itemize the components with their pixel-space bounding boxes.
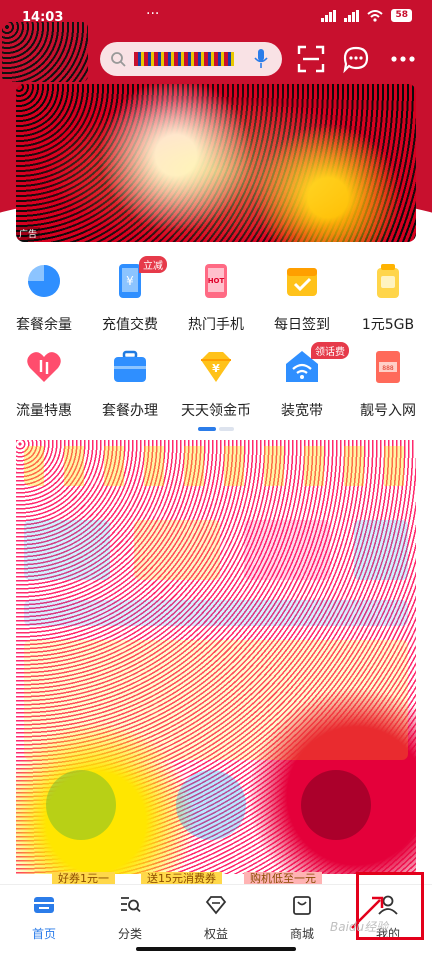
search-input[interactable] — [100, 42, 282, 76]
promo-product[interactable] — [176, 770, 246, 840]
category-search-icon — [121, 897, 141, 913]
grid-item-label: 装宽带 — [281, 403, 323, 419]
promo-banner[interactable]: 广告 — [16, 84, 416, 242]
message-icon[interactable] — [341, 44, 371, 74]
badge-discount: 立减 — [139, 256, 167, 273]
grid-item-daily-coins[interactable]: ¥ 天天领金币 — [173, 348, 259, 420]
coin-diamond-icon: ¥ — [201, 352, 231, 382]
grid-item-label: 天天领金币 — [181, 403, 251, 419]
grid-item-1yuan-5gb[interactable]: 1元5GB — [345, 262, 431, 334]
promo-tile[interactable] — [134, 520, 220, 580]
watermark: Baidu经验 — [330, 920, 389, 934]
grid-item-label: 流量特惠 — [16, 403, 72, 419]
nav-category[interactable]: 分类 — [87, 893, 173, 942]
microphone-icon[interactable] — [252, 48, 270, 70]
signal-icon-2 — [344, 9, 360, 22]
grid-item-plan-balance[interactable]: 套餐余量 — [1, 262, 87, 334]
nav-label: 分类 — [117, 927, 142, 941]
gold-jar-icon — [377, 264, 399, 298]
page-dot-active — [198, 427, 216, 431]
grid-item-daily-checkin[interactable]: 每日签到 — [259, 262, 345, 334]
promo-tile[interactable] — [244, 520, 330, 580]
grid-item-hot-phones[interactable]: HOT 热门手机 — [173, 262, 259, 334]
grid-item-label: 套餐办理 — [102, 403, 158, 419]
signal-icon — [321, 9, 337, 22]
grid-item-recharge[interactable]: ¥ 立减 充值交费 — [87, 256, 173, 334]
promo-tile[interactable] — [24, 520, 110, 580]
heart-data-icon — [27, 352, 61, 382]
banner-ad-tag: 广告 — [16, 227, 41, 240]
nav-label: 首页 — [31, 927, 56, 941]
svg-text:¥: ¥ — [212, 362, 220, 375]
app-screen: 14:03 ··· 58 广告 套餐余量 ¥ 立减 充值交费 HOT 热门手机 … — [0, 0, 432, 955]
number-card-icon: 888 — [376, 351, 400, 383]
promo-section[interactable] — [24, 640, 408, 760]
hot-phone-icon: HOT — [205, 264, 227, 298]
nav-home[interactable]: 首页 — [1, 893, 87, 942]
grid-item-broadband[interactable]: 领话费 装宽带 — [259, 342, 349, 420]
grid-item-label: 套餐余量 — [16, 317, 72, 333]
grid-item-label: 每日签到 — [274, 317, 330, 333]
avatar[interactable] — [2, 22, 88, 82]
wifi-icon — [367, 9, 384, 22]
calendar-check-icon — [287, 268, 317, 296]
grid-item-label: 热门手机 — [188, 317, 244, 333]
home-icon — [34, 897, 54, 913]
promo-product[interactable] — [301, 770, 371, 840]
promo-image-area[interactable] — [16, 440, 416, 874]
svg-text:888: 888 — [382, 365, 394, 372]
home-indicator — [136, 947, 296, 951]
promo-tile[interactable] — [354, 520, 408, 580]
diamond-icon — [205, 896, 227, 915]
search-placeholder — [134, 52, 234, 66]
svg-text:HOT: HOT — [208, 277, 225, 285]
search-icon — [111, 52, 126, 67]
promo-header-strip — [24, 446, 408, 486]
promo-product[interactable] — [46, 770, 116, 840]
page-dot — [219, 427, 234, 431]
shopping-bag-icon — [293, 896, 311, 915]
grid-item-lucky-number[interactable]: 888 靓号入网 — [345, 348, 431, 420]
grid-item-label: 充值交费 — [102, 317, 158, 333]
grid-item-label: 靓号入网 — [360, 403, 416, 419]
nav-label: 权益 — [203, 927, 228, 941]
battery-indicator: 58 — [391, 9, 412, 22]
pie-chart-icon — [28, 265, 60, 297]
banner-image — [16, 84, 416, 242]
svg-text:¥: ¥ — [126, 274, 134, 288]
status-more-dots: ··· — [146, 6, 160, 22]
badge-free-credit: 领话费 — [311, 342, 349, 359]
grid-item-label: 1元5GB — [361, 317, 415, 333]
promo-strip — [24, 600, 408, 626]
scan-icon[interactable] — [296, 44, 326, 74]
grid-item-data-deals[interactable]: 流量特惠 — [1, 348, 87, 420]
grid-item-plan-service[interactable]: 套餐办理 — [87, 348, 173, 420]
nav-benefits[interactable]: 权益 — [173, 893, 259, 942]
grid-page-indicator — [198, 427, 234, 431]
quick-access-grid: 套餐余量 ¥ 立减 充值交费 HOT 热门手机 每日签到 1元5GB 流量特惠 … — [0, 256, 432, 422]
status-indicators: 58 — [321, 9, 412, 22]
briefcase-icon — [114, 350, 146, 382]
more-icon[interactable] — [388, 44, 418, 74]
